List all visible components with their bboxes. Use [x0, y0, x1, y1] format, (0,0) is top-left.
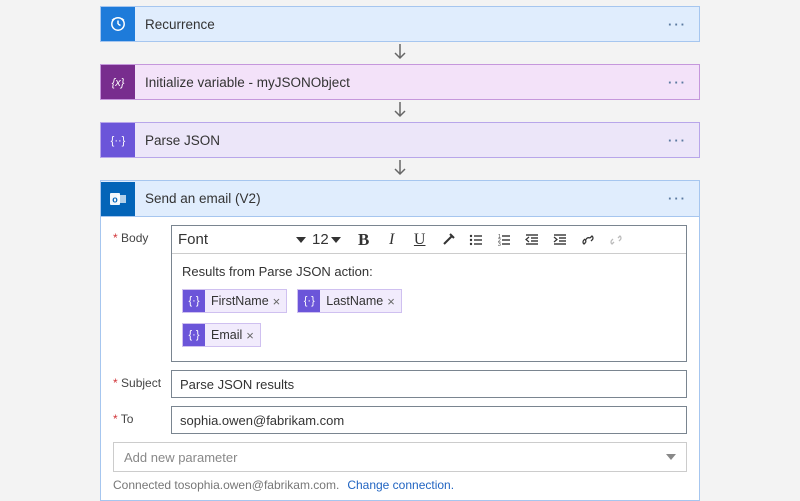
subject-input[interactable] [171, 370, 687, 398]
outlook-icon: o [101, 182, 135, 216]
token-label: Email [211, 328, 242, 342]
flow-arrow [20, 158, 780, 180]
token-email[interactable]: {·} Email × [182, 323, 261, 347]
connection-footer: Connected to sophia.owen@fabrikam.com. C… [101, 472, 699, 500]
link-button[interactable] [577, 229, 599, 251]
bullet-list-button[interactable] [465, 229, 487, 251]
body-editor: Font 12 B I U [171, 225, 687, 362]
add-parameter-dropdown[interactable]: Add new parameter [113, 442, 687, 472]
font-label: Font [178, 231, 208, 248]
svg-text:{··}: {··} [111, 135, 126, 147]
chevron-down-icon [296, 237, 306, 243]
step-send-email: o Send an email (V2) ··· Body Font [100, 180, 700, 501]
card-title: Send an email (V2) [135, 191, 656, 206]
step-title: Parse JSON [135, 133, 656, 148]
step-initialize-variable[interactable]: {x} Initialize variable - myJSONObject ·… [100, 64, 700, 100]
chevron-down-icon [666, 454, 676, 460]
underline-button[interactable]: U [409, 229, 431, 251]
clock-icon [101, 7, 135, 41]
token-remove[interactable]: × [242, 328, 260, 343]
font-select[interactable]: Font [178, 229, 306, 250]
body-label: Body [113, 225, 171, 362]
add-parameter-label: Add new parameter [124, 450, 237, 465]
token-lastname[interactable]: {·} LastName × [297, 289, 402, 313]
token-label: FirstName [211, 294, 269, 308]
change-connection-link[interactable]: Change connection. [347, 478, 454, 492]
token-label: LastName [326, 294, 383, 308]
svg-text:{x}: {x} [112, 77, 125, 89]
editor-toolbar: Font 12 B I U [172, 226, 686, 254]
italic-button[interactable]: I [381, 229, 403, 251]
svg-text:3: 3 [498, 242, 501, 248]
json-icon: {·} [183, 290, 205, 312]
json-icon: {·} [298, 290, 320, 312]
unlink-button[interactable] [605, 229, 627, 251]
body-content[interactable]: Results from Parse JSON action: {·} Firs… [172, 254, 686, 361]
connected-account: sophia.owen@fabrikam.com. [184, 478, 339, 492]
token-remove[interactable]: × [383, 294, 401, 309]
body-text: Results from Parse JSON action: [182, 264, 676, 279]
variable-icon: {x} [101, 65, 135, 99]
json-icon: {·} [183, 324, 205, 346]
step-menu-button[interactable]: ··· [656, 17, 699, 32]
json-icon: {··} [101, 123, 135, 157]
to-label: To [113, 406, 171, 434]
step-recurrence[interactable]: Recurrence ··· [100, 6, 700, 42]
indent-button[interactable] [549, 229, 571, 251]
flow-arrow [20, 100, 780, 122]
outdent-button[interactable] [521, 229, 543, 251]
font-size-select[interactable]: 12 [312, 231, 341, 248]
step-menu-button[interactable]: ··· [656, 133, 699, 148]
chevron-down-icon [331, 237, 341, 243]
step-parse-json[interactable]: {··} Parse JSON ··· [100, 122, 700, 158]
step-title: Recurrence [135, 17, 656, 32]
subject-label: Subject [113, 370, 171, 398]
number-list-button[interactable]: 123 [493, 229, 515, 251]
connected-prefix: Connected to [113, 478, 184, 492]
to-input[interactable] [171, 406, 687, 434]
card-header[interactable]: o Send an email (V2) ··· [101, 181, 699, 217]
color-button[interactable] [437, 229, 459, 251]
svg-text:o: o [112, 194, 118, 204]
step-title: Initialize variable - myJSONObject [135, 75, 656, 90]
token-firstname[interactable]: {·} FirstName × [182, 289, 287, 313]
flow-arrow [20, 42, 780, 64]
bold-button[interactable]: B [353, 229, 375, 251]
token-remove[interactable]: × [269, 294, 287, 309]
step-menu-button[interactable]: ··· [656, 191, 699, 206]
size-label: 12 [312, 231, 329, 248]
step-menu-button[interactable]: ··· [656, 75, 699, 90]
